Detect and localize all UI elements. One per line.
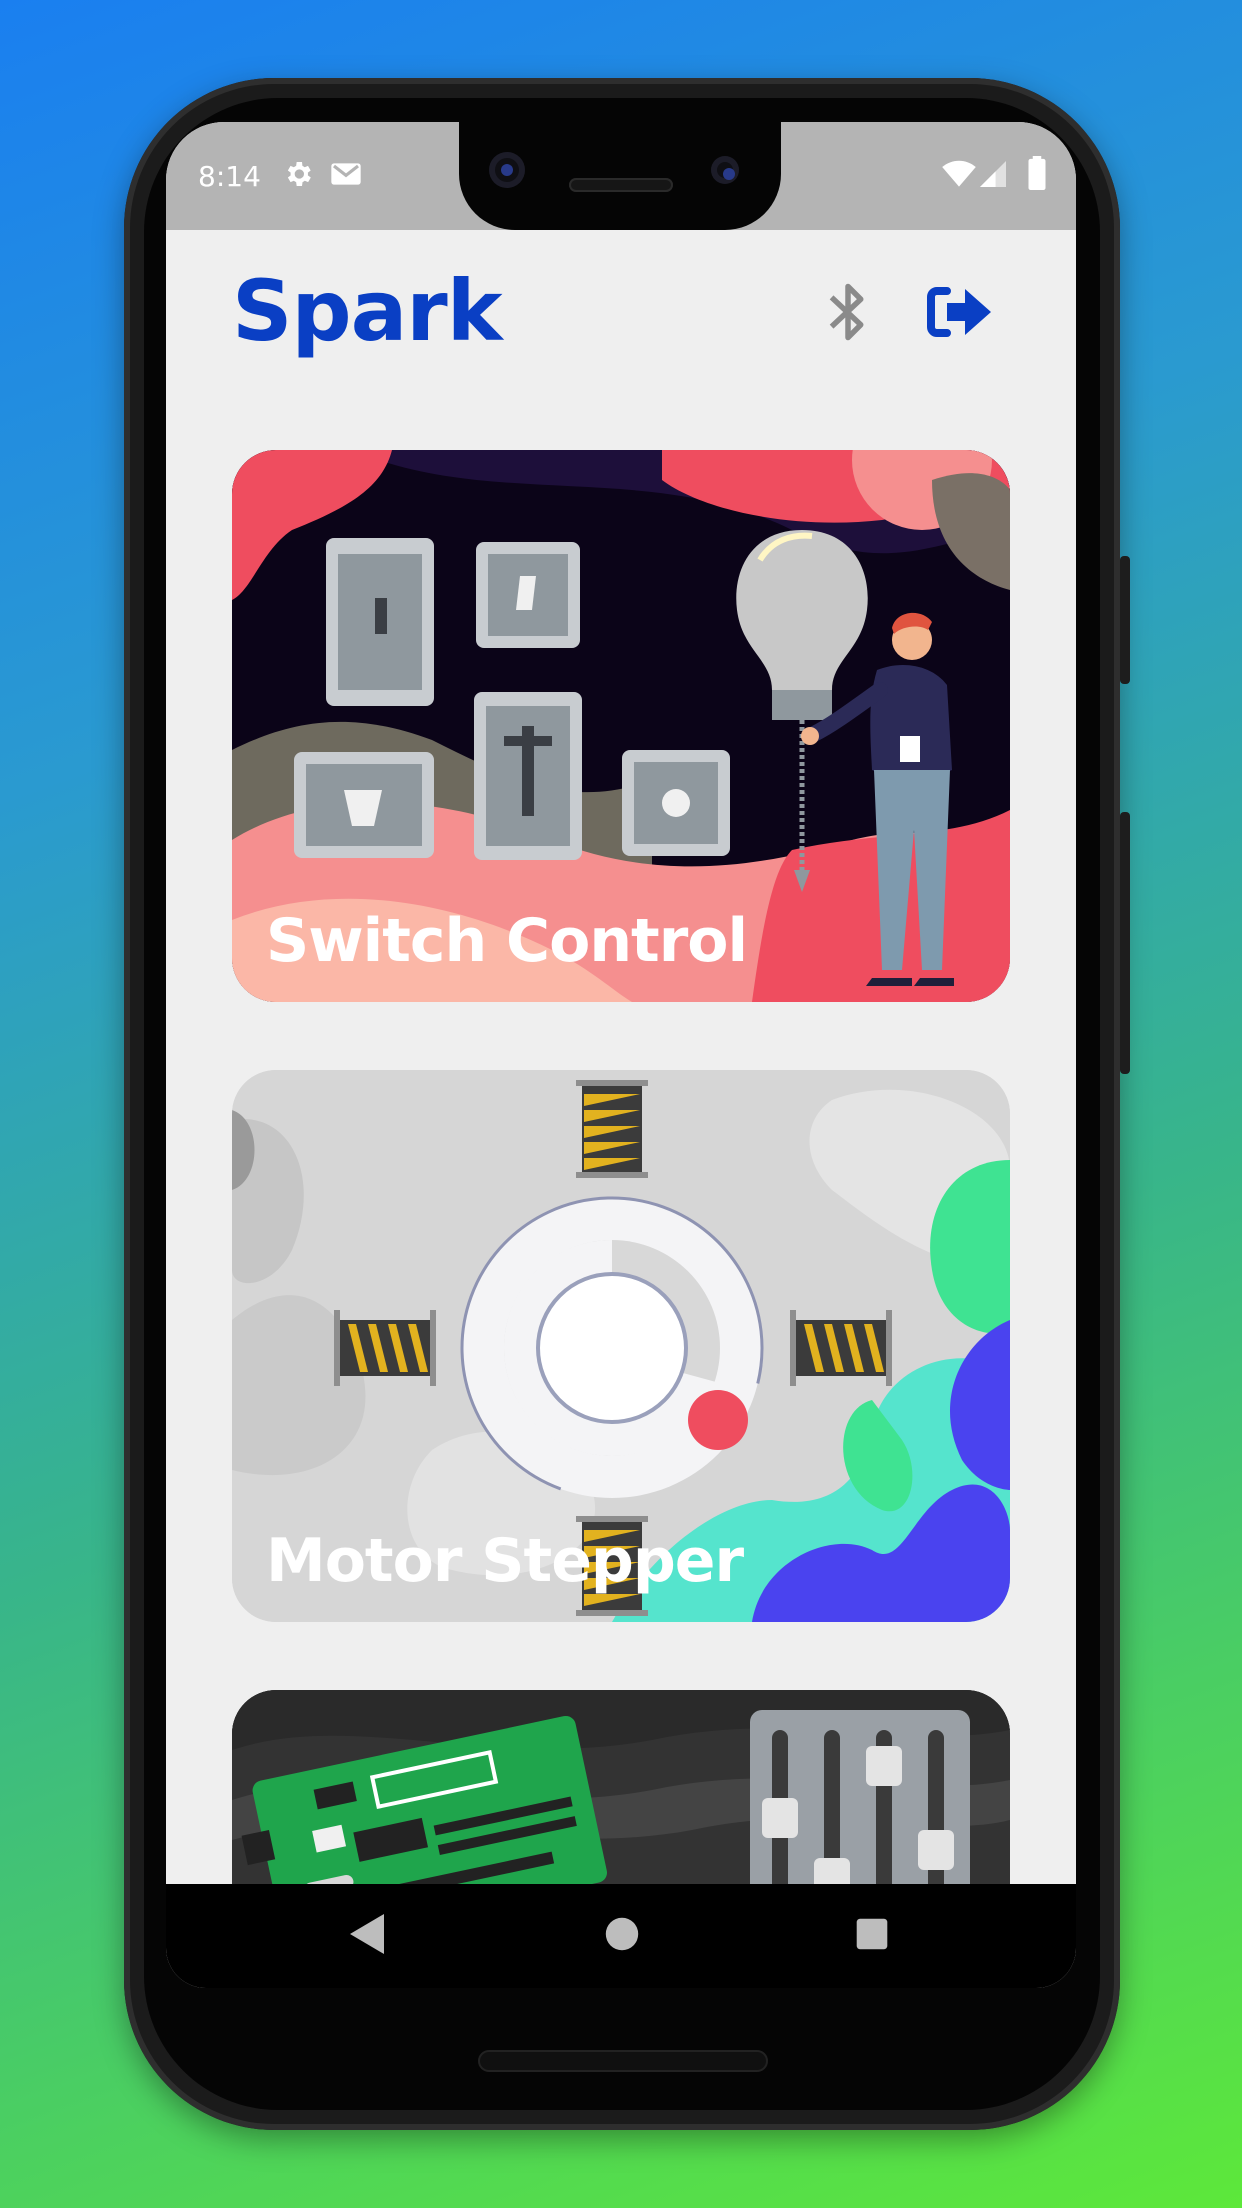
status-bar: 8:14	[166, 122, 1076, 230]
back-icon	[348, 1912, 388, 1960]
status-time: 8:14	[198, 160, 261, 193]
card-label: Switch Control	[266, 906, 748, 976]
bluetooth-icon	[826, 281, 870, 347]
wifi-icon	[942, 160, 976, 192]
app-title: Spark	[232, 262, 503, 360]
front-sensor	[711, 156, 739, 184]
back-button[interactable]	[342, 1910, 394, 1962]
screen: 8:14 Spark Switch Control Motor Stepper	[166, 122, 1076, 1988]
switch-control-card[interactable]: Switch Control	[232, 450, 1010, 1002]
recents-button[interactable]	[846, 1910, 898, 1962]
logout-icon	[925, 283, 995, 345]
recents-icon	[855, 1917, 889, 1955]
speaker-grille-bottom	[478, 2050, 768, 2072]
mail-icon	[330, 160, 362, 192]
home-icon	[604, 1916, 640, 1956]
navigation-bar	[166, 1884, 1076, 1988]
card-label: Motor Stepper	[266, 1526, 744, 1596]
logout-button[interactable]	[918, 274, 1002, 354]
camera-notch	[459, 122, 781, 230]
earpiece-speaker	[569, 178, 673, 192]
front-camera	[489, 152, 525, 188]
bluetooth-button[interactable]	[808, 274, 888, 354]
volume-button	[1120, 812, 1130, 1074]
cell-signal-icon	[980, 160, 1006, 192]
battery-icon	[1028, 156, 1046, 194]
power-button	[1120, 556, 1130, 684]
motor-stepper-card[interactable]: Motor Stepper	[232, 1070, 1010, 1622]
home-button[interactable]	[596, 1910, 648, 1962]
settings-icon	[282, 158, 314, 194]
